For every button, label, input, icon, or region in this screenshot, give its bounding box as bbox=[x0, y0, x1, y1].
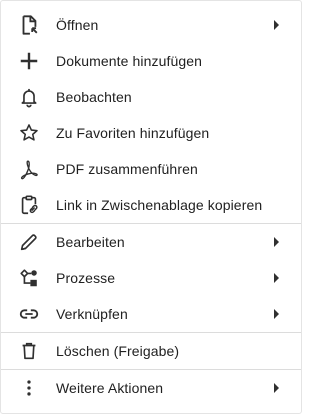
menu-item-pdf-zusammenfuehren[interactable]: PDF zusammenführen bbox=[1, 151, 301, 187]
pdf-merge-icon bbox=[17, 157, 41, 181]
menu-item-label: Öffnen bbox=[56, 17, 99, 33]
chevron-right-icon bbox=[274, 237, 279, 247]
chevron-right-icon bbox=[274, 383, 279, 393]
menu-item-prozesse[interactable]: Prozesse bbox=[1, 260, 301, 296]
menu-item-label: Link in Zwischenablage kopieren bbox=[56, 197, 263, 213]
menu-item-label: PDF zusammenführen bbox=[56, 161, 198, 177]
menu-item-link-kopieren[interactable]: Link in Zwischenablage kopieren bbox=[1, 187, 301, 223]
menu-item-oeffnen[interactable]: Öffnen bbox=[1, 7, 301, 43]
menu-item-bearbeiten[interactable]: Bearbeiten bbox=[1, 224, 301, 260]
menu-item-label: Weitere Aktionen bbox=[56, 380, 164, 396]
plus-icon bbox=[17, 49, 41, 73]
menu-item-verknuepfen[interactable]: Verknüpfen bbox=[1, 296, 301, 332]
menu-item-label: Prozesse bbox=[56, 270, 116, 286]
menu-item-label: Zu Favoriten hinzufügen bbox=[56, 125, 210, 141]
chevron-right-icon bbox=[274, 309, 279, 319]
menu-item-dokumente-hinzufuegen[interactable]: Dokumente hinzufügen bbox=[1, 43, 301, 79]
menu-item-label: Beobachten bbox=[56, 89, 132, 105]
pencil-icon bbox=[17, 230, 41, 254]
menu-item-label: Bearbeiten bbox=[56, 234, 125, 250]
bell-icon bbox=[17, 85, 41, 109]
trash-icon bbox=[17, 339, 41, 363]
chevron-right-icon bbox=[274, 273, 279, 283]
menu-item-loeschen[interactable]: Löschen (Freigabe) bbox=[1, 333, 301, 369]
context-menu: Öffnen Dokumente hinzufügen Beobachten Z… bbox=[0, 0, 302, 414]
link-icon bbox=[17, 302, 41, 326]
link-clipboard-icon bbox=[17, 193, 41, 217]
star-outline-icon bbox=[17, 121, 41, 145]
process-icon bbox=[17, 266, 41, 290]
menu-item-label: Löschen (Freigabe) bbox=[56, 343, 180, 359]
open-file-icon bbox=[17, 13, 41, 37]
menu-item-label: Verknüpfen bbox=[56, 306, 128, 322]
menu-item-favoriten[interactable]: Zu Favoriten hinzufügen bbox=[1, 115, 301, 151]
menu-item-weitere-aktionen[interactable]: Weitere Aktionen bbox=[1, 370, 301, 406]
more-vertical-icon bbox=[17, 376, 41, 400]
menu-item-beobachten[interactable]: Beobachten bbox=[1, 79, 301, 115]
menu-item-label: Dokumente hinzufügen bbox=[56, 53, 202, 69]
chevron-right-icon bbox=[274, 20, 279, 30]
